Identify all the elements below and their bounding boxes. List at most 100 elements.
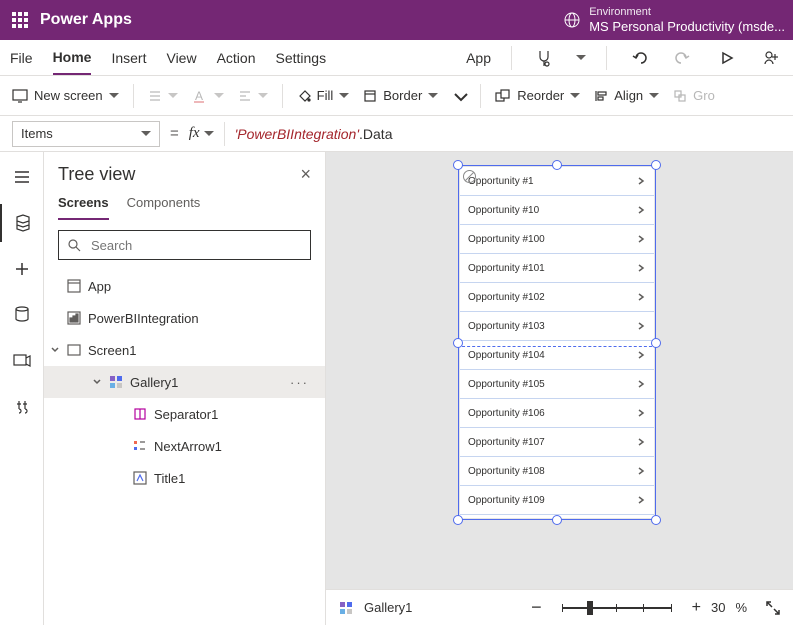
- fx-button[interactable]: fx: [189, 125, 214, 142]
- gallery-row[interactable]: Opportunity #105: [460, 370, 654, 399]
- format-chev-icon[interactable]: [452, 91, 466, 101]
- resize-handle[interactable]: [453, 338, 463, 348]
- gallery-row-title: Opportunity #103: [468, 321, 545, 332]
- tree-node-gallery1[interactable]: Gallery1 ···: [44, 366, 325, 398]
- chevron-right-icon[interactable]: [636, 263, 646, 273]
- zoom-slider[interactable]: [562, 601, 672, 615]
- share-icon[interactable]: [759, 46, 783, 70]
- gallery-row[interactable]: Opportunity #102: [460, 283, 654, 312]
- canvas[interactable]: Opportunity #1Opportunity #10Opportunity…: [326, 152, 793, 589]
- chevron-right-icon[interactable]: [636, 176, 646, 186]
- undo-icon[interactable]: [627, 46, 651, 70]
- gallery-row[interactable]: Opportunity #106: [460, 399, 654, 428]
- gallery-row[interactable]: Opportunity #10: [460, 196, 654, 225]
- more-icon[interactable]: ···: [290, 375, 309, 390]
- chevron-right-icon[interactable]: [636, 495, 646, 505]
- menu-view[interactable]: View: [166, 42, 196, 74]
- align-label: Align: [614, 88, 643, 103]
- gallery-row[interactable]: Opportunity #103: [460, 312, 654, 341]
- tree-node-screen1[interactable]: Screen1: [44, 334, 325, 366]
- chevron-right-icon[interactable]: [636, 292, 646, 302]
- chevron-right-icon[interactable]: [636, 379, 646, 389]
- font-color-button[interactable]: A: [192, 88, 224, 104]
- menu-file[interactable]: File: [10, 42, 33, 74]
- waffle-icon[interactable]: [12, 12, 28, 28]
- tree-node-app[interactable]: App: [44, 270, 325, 302]
- gallery-row-title: Opportunity #102: [468, 292, 545, 303]
- chevron-right-icon[interactable]: [636, 321, 646, 331]
- chevron-right-icon[interactable]: [636, 205, 646, 215]
- fit-screen-icon[interactable]: [765, 600, 781, 616]
- group-button[interactable]: Gro: [673, 88, 715, 103]
- gallery-row-title: Opportunity #104: [468, 350, 545, 361]
- app-checker-icon[interactable]: [532, 46, 556, 70]
- align-button[interactable]: Align: [594, 88, 659, 103]
- search-input[interactable]: [89, 237, 302, 254]
- formula-input[interactable]: 'PowerBIIntegration'.Data: [235, 126, 393, 142]
- fill-button[interactable]: Fill: [297, 88, 350, 103]
- property-dropdown[interactable]: Items: [12, 121, 160, 147]
- search-box[interactable]: [58, 230, 311, 260]
- menu-home[interactable]: Home: [53, 41, 92, 75]
- tree-node-nextarrow1[interactable]: NextArrow1: [44, 430, 325, 462]
- gallery-row[interactable]: Opportunity #1: [460, 167, 654, 196]
- chevron-down-icon[interactable]: [50, 345, 60, 355]
- chevron-right-icon[interactable]: [636, 466, 646, 476]
- chevron-right-icon[interactable]: [636, 350, 646, 360]
- chevron-right-icon[interactable]: [636, 408, 646, 418]
- zoom-out-button[interactable]: −: [531, 597, 542, 618]
- resize-handle[interactable]: [552, 160, 562, 170]
- gallery-row[interactable]: Opportunity #100: [460, 225, 654, 254]
- chevron-down-icon[interactable]: [92, 377, 102, 387]
- rail-tree-view-icon[interactable]: [0, 204, 44, 242]
- menu-settings[interactable]: Settings: [276, 42, 327, 74]
- gallery-row[interactable]: Opportunity #101: [460, 254, 654, 283]
- chevron-right-icon[interactable]: [636, 437, 646, 447]
- menu-insert[interactable]: Insert: [111, 42, 146, 74]
- resize-handle[interactable]: [552, 515, 562, 525]
- gallery-control[interactable]: Opportunity #1Opportunity #10Opportunity…: [460, 167, 654, 518]
- resize-handle[interactable]: [651, 515, 661, 525]
- tree-label: Separator1: [154, 407, 218, 422]
- new-screen-button[interactable]: New screen: [12, 88, 119, 103]
- app-button[interactable]: App: [466, 42, 491, 74]
- rail-media-icon[interactable]: [0, 342, 44, 380]
- play-icon[interactable]: [715, 46, 739, 70]
- resize-handle[interactable]: [651, 160, 661, 170]
- tree-node-title1[interactable]: Title1: [44, 462, 325, 494]
- close-icon[interactable]: ×: [300, 164, 311, 185]
- border-label: Border: [383, 88, 422, 103]
- border-button[interactable]: Border: [363, 88, 438, 103]
- zoom-in-button[interactable]: +: [692, 599, 701, 617]
- gallery-row[interactable]: Opportunity #109: [460, 486, 654, 515]
- tree-node-powerbi[interactable]: PowerBIIntegration: [44, 302, 325, 334]
- theme-button[interactable]: [148, 89, 178, 103]
- gallery-row[interactable]: Opportunity #107: [460, 428, 654, 457]
- resize-handle[interactable]: [453, 515, 463, 525]
- rail-data-icon[interactable]: [0, 296, 44, 334]
- gallery-row[interactable]: Opportunity #108: [460, 457, 654, 486]
- ribbon: New screen A Fill Border Reorder Align: [0, 76, 793, 116]
- text-align-button[interactable]: [238, 89, 268, 103]
- group-label: Gro: [693, 88, 715, 103]
- equals-sign: =: [170, 125, 179, 142]
- redo-icon[interactable]: [671, 46, 695, 70]
- chevron-down-icon[interactable]: [576, 55, 586, 61]
- reorder-button[interactable]: Reorder: [495, 88, 580, 103]
- tab-screens[interactable]: Screens: [58, 195, 109, 220]
- resize-handle[interactable]: [453, 160, 463, 170]
- chevron-down-icon: [109, 93, 119, 99]
- environment-label: Environment: [589, 6, 785, 19]
- rail-hamburger-icon[interactable]: [0, 158, 44, 196]
- chevron-right-icon[interactable]: [636, 234, 646, 244]
- chevron-down-icon: [204, 131, 214, 137]
- rail-insert-icon[interactable]: [0, 250, 44, 288]
- menu-action[interactable]: Action: [217, 42, 256, 74]
- resize-handle[interactable]: [651, 338, 661, 348]
- rail-tools-icon[interactable]: [0, 388, 44, 426]
- tab-components[interactable]: Components: [127, 195, 201, 220]
- gallery-row-title: Opportunity #107: [468, 437, 545, 448]
- tree-node-separator1[interactable]: Separator1: [44, 398, 325, 430]
- gallery-row[interactable]: Opportunity #104: [460, 341, 654, 370]
- environment-picker[interactable]: Environment MS Personal Productivity (ms…: [563, 6, 785, 35]
